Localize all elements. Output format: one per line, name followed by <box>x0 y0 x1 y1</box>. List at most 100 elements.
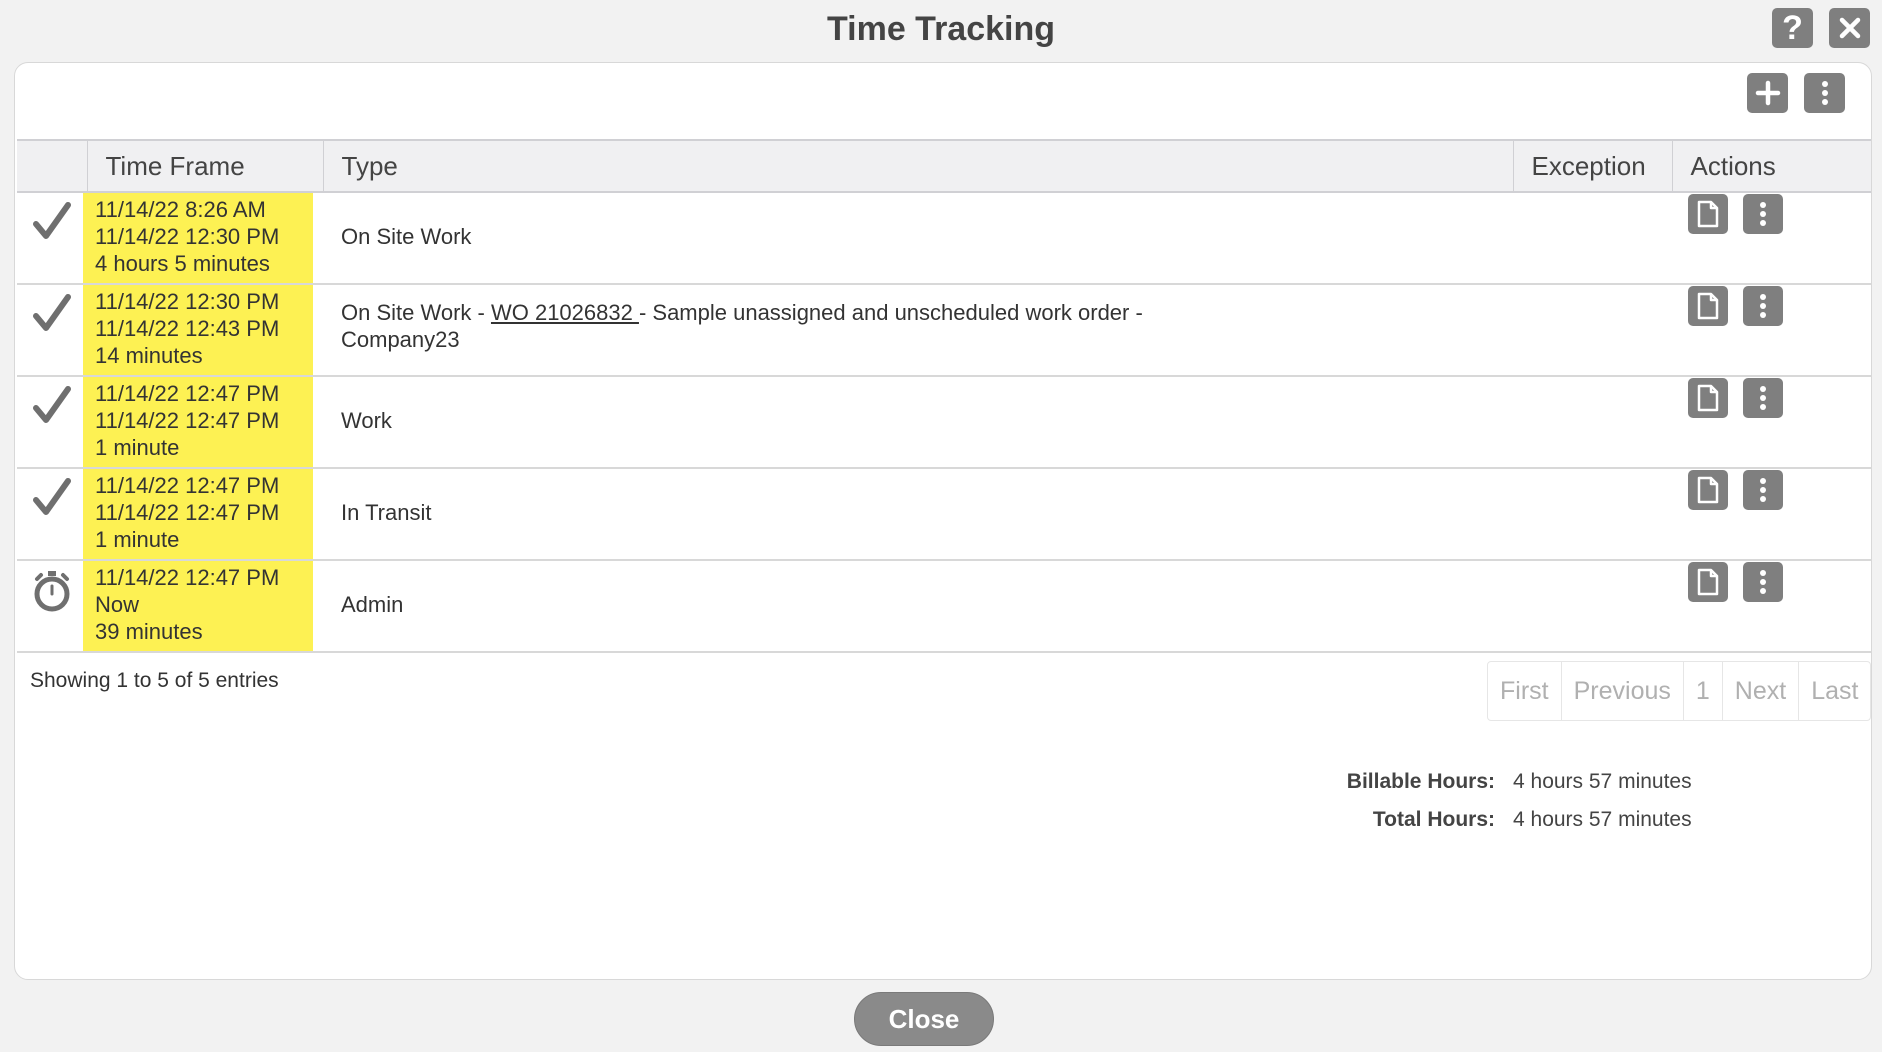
status-cell <box>17 284 87 377</box>
column-header-exception[interactable]: Exception <box>1513 139 1673 193</box>
view-entry-button[interactable] <box>1688 286 1728 326</box>
type-text: Work <box>341 408 392 433</box>
table-row[interactable]: 11/14/22 12:30 PM 11/14/22 12:43 PM 14 min… <box>17 284 1871 377</box>
exception-cell <box>1513 192 1672 285</box>
start-time: 11/14/22 8:26 AM <box>95 197 266 222</box>
row-more-button[interactable] <box>1743 194 1783 234</box>
add-entry-button[interactable] <box>1747 73 1788 113</box>
hours-summary: Billable Hours: 4 hours 57 minutes Total… <box>1095 763 1835 839</box>
vertical-dots-icon <box>1821 81 1828 105</box>
actions-cell <box>1672 560 1871 653</box>
document-icon <box>1697 384 1719 412</box>
duration: 1 minute <box>95 435 180 460</box>
end-time: 11/14/22 12:30 PM <box>95 224 280 249</box>
vertical-dots-icon <box>1760 202 1766 226</box>
status-cell <box>17 192 87 285</box>
close-button[interactable]: Close <box>854 992 994 1046</box>
pagination: First Previous 1 Next Last <box>1487 661 1872 721</box>
pager-page-1[interactable]: 1 <box>1684 662 1723 720</box>
time-frame-cell: 11/14/22 12:47 PM 11/14/22 12:47 PM 1 minu… <box>83 468 323 561</box>
type-cell: In Transit <box>323 468 1513 561</box>
time-frame-cell: 11/14/22 8:26 AM 11/14/22 12:30 PM 4 hours… <box>83 192 323 285</box>
duration: 1 minute <box>95 527 180 552</box>
type-text: On Site Work - <box>341 300 491 325</box>
exception-cell <box>1513 376 1672 469</box>
document-icon <box>1697 476 1719 504</box>
checkmark-icon <box>33 386 71 423</box>
type-cell: Work <box>323 376 1513 469</box>
duration: 14 minutes <box>95 343 203 368</box>
view-entry-button[interactable] <box>1688 378 1728 418</box>
total-hours-label: Total Hours: <box>1372 808 1495 831</box>
document-icon <box>1697 568 1719 596</box>
checkmark-icon <box>33 294 71 331</box>
actions-cell <box>1672 468 1871 561</box>
close-dialog-button[interactable] <box>1829 8 1870 48</box>
table-header-row: Time Frame Type Exception Actions <box>17 139 1871 193</box>
document-icon <box>1697 292 1719 320</box>
view-entry-button[interactable] <box>1688 562 1728 602</box>
plus-icon <box>1755 80 1780 106</box>
pager-previous[interactable]: Previous <box>1562 662 1684 720</box>
document-icon <box>1697 200 1719 228</box>
end-time: Now <box>95 592 140 617</box>
vertical-dots-icon <box>1760 386 1766 410</box>
status-cell <box>17 468 87 561</box>
entries-info: Showing 1 to 5 of 5 entries <box>30 669 279 692</box>
actions-cell <box>1672 192 1871 285</box>
view-entry-button[interactable] <box>1688 470 1728 510</box>
time-entries-table: Time Frame Type Exception Actions 11/14/… <box>17 139 1871 653</box>
exception-cell <box>1513 560 1672 653</box>
question-icon: ? <box>1782 8 1803 47</box>
vertical-dots-icon <box>1760 294 1766 318</box>
table-row[interactable]: 11/14/22 8:26 AM 11/14/22 12:30 PM 4 hours… <box>17 192 1871 285</box>
type-cell: Admin <box>323 560 1513 653</box>
actions-cell <box>1672 376 1871 469</box>
row-more-button[interactable] <box>1743 470 1783 510</box>
pager-last[interactable]: Last <box>1799 662 1870 720</box>
stopwatch-icon <box>34 571 70 612</box>
start-time: 11/14/22 12:30 PM <box>95 289 280 314</box>
checkmark-icon <box>33 478 71 515</box>
end-time: 11/14/22 12:47 PM <box>95 500 280 525</box>
start-time: 11/14/22 12:47 PM <box>95 381 280 406</box>
work-order-link[interactable]: WO 21026832 <box>491 300 639 325</box>
table-row[interactable]: 11/14/22 12:47 PM Now 39 minutes Admin <box>17 560 1871 653</box>
column-header-time-frame[interactable]: Time Frame <box>87 139 324 193</box>
table-row[interactable]: 11/14/22 12:47 PM 11/14/22 12:47 PM 1 minu… <box>17 468 1871 561</box>
column-header-type[interactable]: Type <box>323 139 1514 193</box>
end-time: 11/14/22 12:43 PM <box>95 316 280 341</box>
type-text: On Site Work <box>341 224 472 249</box>
exception-cell <box>1513 468 1672 561</box>
end-time: 11/14/22 12:47 PM <box>95 408 280 433</box>
type-text: Admin <box>341 592 404 617</box>
column-header-actions: Actions <box>1672 139 1871 193</box>
pager-next[interactable]: Next <box>1723 662 1800 720</box>
time-frame-cell: 11/14/22 12:47 PM Now 39 minutes <box>83 560 323 653</box>
vertical-dots-icon <box>1760 478 1766 502</box>
type-cell: On Site Work <box>323 192 1513 285</box>
table-row[interactable]: 11/14/22 12:47 PM 11/14/22 12:47 PM 1 minu… <box>17 376 1871 469</box>
time-tracking-panel: Time Frame Type Exception Actions 11/14/… <box>14 62 1872 980</box>
status-cell <box>17 376 87 469</box>
billable-hours-label: Billable Hours: <box>1346 770 1495 793</box>
row-more-button[interactable] <box>1743 562 1783 602</box>
actions-cell <box>1672 284 1871 377</box>
time-frame-cell: 11/14/22 12:30 PM 11/14/22 12:43 PM 14 min… <box>83 284 323 377</box>
type-text: In Transit <box>341 500 432 525</box>
row-more-button[interactable] <box>1743 378 1783 418</box>
row-more-button[interactable] <box>1743 286 1783 326</box>
status-cell <box>17 560 87 653</box>
more-options-button[interactable] <box>1804 73 1845 113</box>
duration: 4 hours 5 minutes <box>95 251 270 276</box>
column-header-status[interactable] <box>17 139 88 193</box>
time-frame-cell: 11/14/22 12:47 PM 11/14/22 12:47 PM 1 minu… <box>83 376 323 469</box>
billable-hours-value: 4 hours 57 minutes <box>1513 770 1692 793</box>
checkmark-icon <box>33 202 71 239</box>
dialog-title: Time Tracking <box>826 10 1056 48</box>
type-cell: On Site Work - WO 21026832 - Sample unas… <box>323 284 1513 377</box>
vertical-dots-icon <box>1760 570 1766 594</box>
help-button[interactable]: ? <box>1772 8 1813 48</box>
pager-first[interactable]: First <box>1488 662 1562 720</box>
view-entry-button[interactable] <box>1688 194 1728 234</box>
